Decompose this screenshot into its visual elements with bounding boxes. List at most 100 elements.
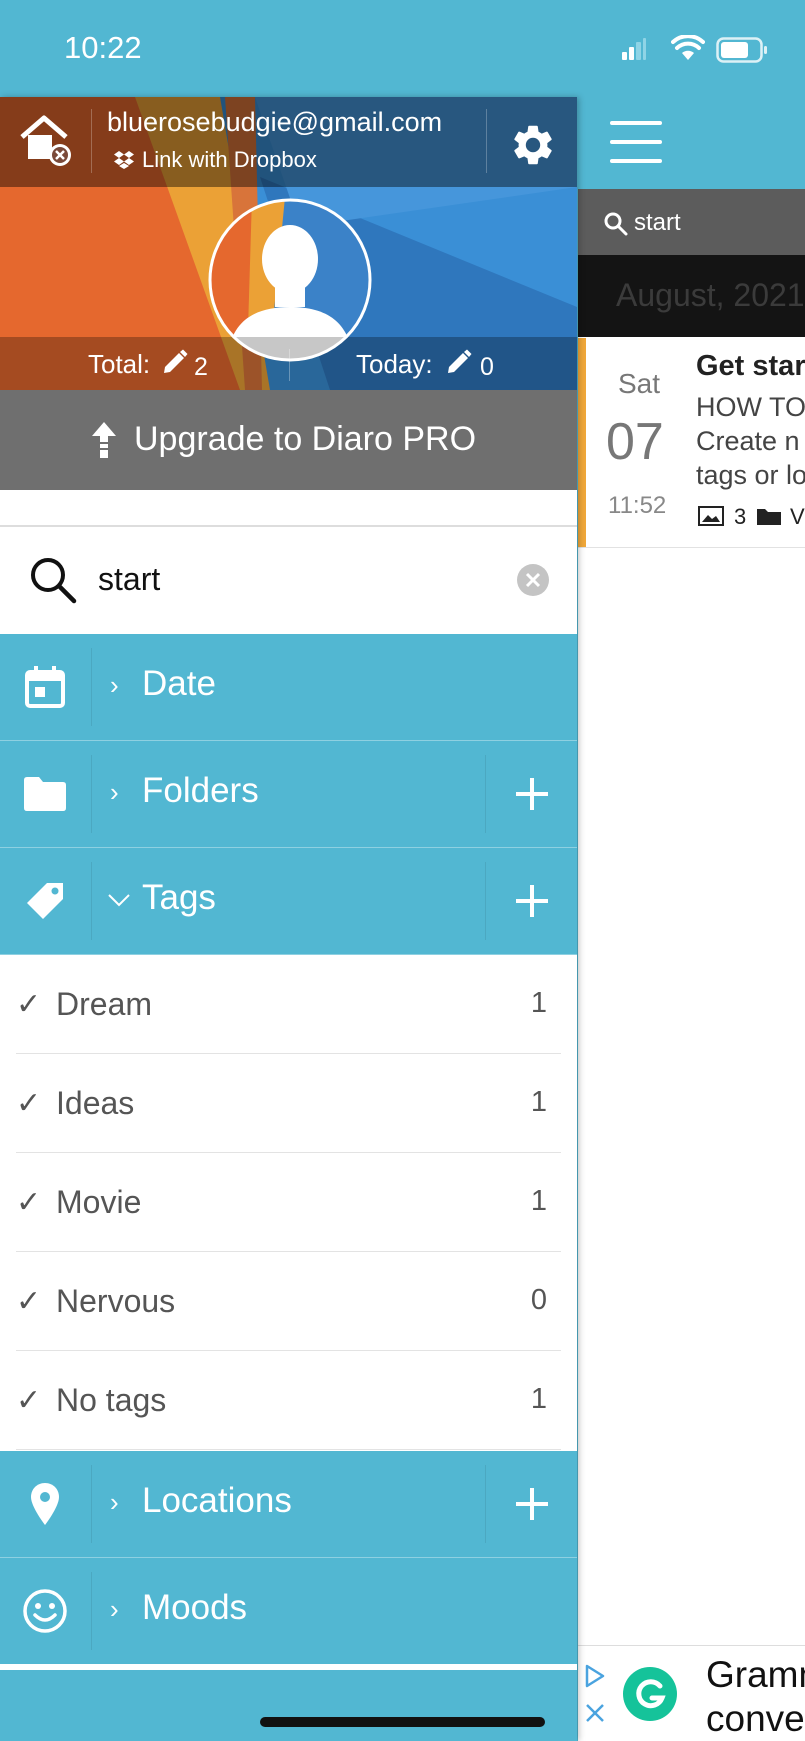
- section-date[interactable]: › Date: [0, 634, 577, 741]
- add-tag-button[interactable]: [486, 848, 577, 954]
- search-input[interactable]: start: [98, 561, 160, 598]
- main-search-text: start: [634, 209, 681, 236]
- chevron-down-icon: [108, 894, 130, 907]
- plus-icon: [515, 778, 548, 810]
- tag-row-no-tags[interactable]: ✓ No tags 1: [0, 1351, 577, 1450]
- entry-stripe: [578, 338, 586, 547]
- drawer-footer: [0, 1664, 577, 1741]
- main-toolbar: [578, 97, 805, 189]
- entry-line-3: tags or lo: [696, 460, 805, 490]
- check-icon: ✓: [16, 988, 42, 1021]
- section-moods[interactable]: › Moods: [0, 1558, 577, 1665]
- section-separator: [91, 1465, 92, 1543]
- tag-icon: [0, 848, 90, 954]
- tag-row-dream[interactable]: ✓ Dream 1: [0, 955, 577, 1054]
- tag-name: No tags: [56, 1382, 167, 1418]
- plus-icon: [515, 1488, 548, 1520]
- folder-icon: [757, 509, 781, 525]
- wifi-icon: [671, 35, 705, 60]
- cellular-signal-icon: [622, 38, 646, 60]
- status-time: 10:22: [64, 30, 142, 65]
- location-pin-icon: [0, 1451, 90, 1557]
- check-icon: ✓: [16, 1087, 42, 1120]
- settings-gear-icon[interactable]: [509, 121, 557, 169]
- avatar[interactable]: [207, 197, 373, 363]
- check-icon: ✓: [16, 1186, 42, 1219]
- add-folder-button[interactable]: [486, 741, 577, 847]
- calendar-icon: [0, 634, 90, 740]
- entry-card[interactable]: Sat 07 11:52 Get star HOW TO Create n ta…: [578, 338, 805, 548]
- section-locations[interactable]: › Locations: [0, 1451, 577, 1558]
- chevron-right-icon: ›: [110, 1487, 119, 1517]
- account-email[interactable]: bluerosebudgie@gmail.com: [107, 107, 442, 138]
- total-value: 2: [194, 353, 208, 381]
- entry-day: 07: [606, 413, 664, 471]
- ad-banner[interactable]: Gramm conve: [578, 1645, 805, 1741]
- add-location-button[interactable]: [486, 1451, 577, 1557]
- section-moods-label: Moods: [142, 1588, 248, 1627]
- section-tags[interactable]: Tags: [0, 848, 577, 955]
- header-separator: [91, 109, 92, 173]
- section-locations-label: Locations: [142, 1481, 292, 1520]
- battery-icon: [716, 37, 767, 63]
- month-label: August, 2021: [616, 277, 805, 313]
- today-value: 0: [480, 353, 494, 381]
- section-separator: [91, 648, 92, 726]
- section-separator: [91, 755, 92, 833]
- home-icon[interactable]: [18, 115, 74, 167]
- drawer-header: bluerosebudgie@gmail.com Link with Dropb…: [0, 97, 577, 390]
- tag-name: Dream: [56, 986, 153, 1022]
- section-tags-label: Tags: [142, 878, 216, 917]
- tag-row-movie[interactable]: ✓ Movie 1: [0, 1153, 577, 1252]
- dropbox-link[interactable]: Link with Dropbox: [142, 147, 317, 173]
- divider: [16, 1449, 561, 1450]
- ad-line-1: Gramm: [706, 1654, 805, 1695]
- tag-count: 1: [530, 1185, 547, 1217]
- section-folders-label: Folders: [142, 771, 259, 810]
- today-label: Today:: [356, 349, 433, 379]
- chevron-right-icon: ›: [110, 670, 119, 700]
- chevron-right-icon: ›: [110, 1594, 119, 1624]
- section-date-label: Date: [142, 664, 216, 703]
- entry-time: 11:52: [608, 492, 667, 519]
- plus-icon: [515, 885, 548, 917]
- tag-name: Nervous: [56, 1283, 176, 1319]
- main-search-bar[interactable]: start: [578, 189, 805, 255]
- navigation-drawer: bluerosebudgie@gmail.com Link with Dropb…: [0, 97, 577, 1741]
- section-separator: [91, 1572, 92, 1650]
- tag-count: 1: [530, 987, 547, 1019]
- folder-icon: [0, 741, 90, 847]
- hamburger-menu-icon[interactable]: [610, 121, 662, 163]
- tag-count: 0: [530, 1284, 547, 1316]
- pencil-icon: [164, 349, 188, 373]
- tag-name: Movie: [56, 1184, 142, 1220]
- clear-search-icon[interactable]: [516, 563, 550, 597]
- ad-line-2: conve: [706, 1698, 805, 1739]
- pencil-icon: [448, 349, 472, 373]
- section-separator: [91, 862, 92, 940]
- tag-count: 1: [530, 1086, 547, 1118]
- upload-arrow-icon: [92, 422, 116, 458]
- month-header: August, 2021: [578, 255, 805, 337]
- entry-folder-label: V: [790, 504, 805, 529]
- chevron-right-icon: ›: [110, 777, 119, 807]
- smiley-icon: [0, 1558, 90, 1664]
- main-panel: start August, 2021 Sat 07 11:52 Get star…: [578, 97, 805, 1741]
- section-folders[interactable]: › Folders: [0, 741, 577, 848]
- check-icon: ✓: [16, 1384, 42, 1417]
- ad-choices-icon[interactable]: [584, 1664, 606, 1688]
- entry-line-1: HOW TO: [696, 392, 805, 422]
- status-bar: 10:22: [0, 0, 805, 97]
- tag-row-nervous[interactable]: ✓ Nervous 0: [0, 1252, 577, 1351]
- entry-title: Get star: [696, 350, 805, 382]
- grammarly-logo-icon: [623, 1667, 677, 1721]
- upgrade-button[interactable]: Upgrade to Diaro PRO: [0, 390, 577, 490]
- entry-photo-count: 3: [734, 504, 747, 529]
- tag-count: 1: [530, 1383, 547, 1415]
- tag-row-ideas[interactable]: ✓ Ideas 1: [0, 1054, 577, 1153]
- total-label: Total:: [88, 349, 151, 379]
- dropbox-icon: [114, 151, 134, 169]
- ad-close-icon[interactable]: [584, 1702, 606, 1724]
- home-indicator: [260, 1717, 545, 1727]
- check-icon: ✓: [16, 1285, 42, 1318]
